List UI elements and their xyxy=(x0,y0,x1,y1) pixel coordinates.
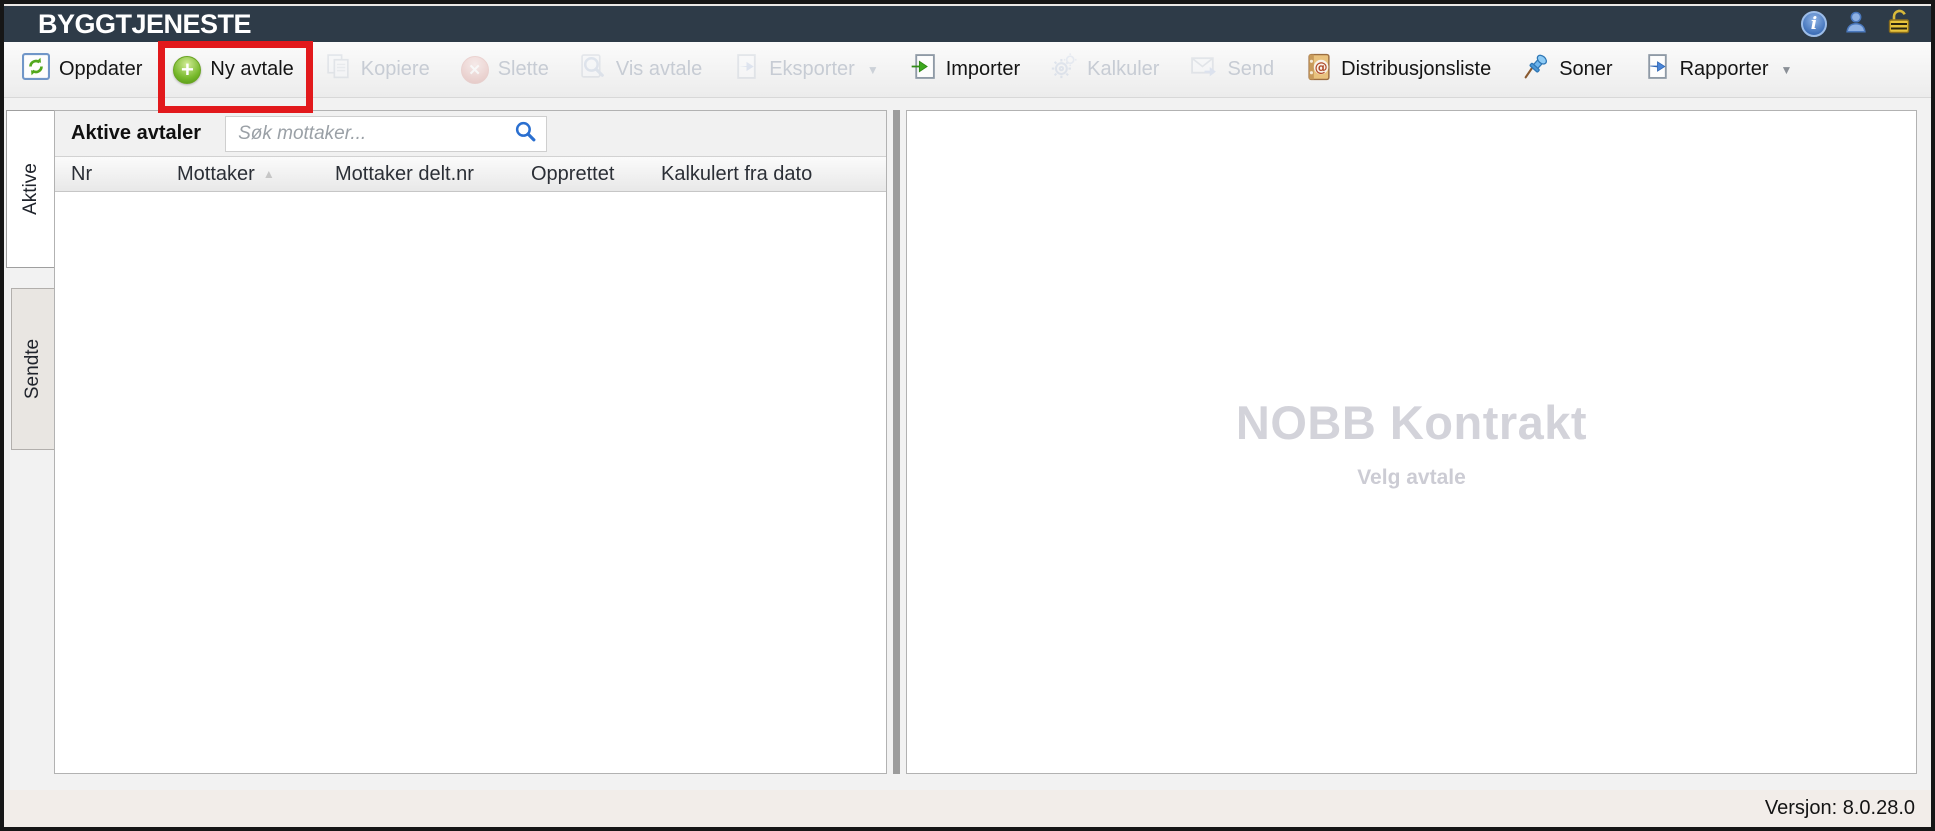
user-icon[interactable] xyxy=(1843,9,1869,40)
column-header-mottaker[interactable]: Mottaker ▲ xyxy=(175,163,333,186)
table-header-row: Nr Mottaker ▲ Mottaker delt.nr Opprettet… xyxy=(55,156,886,192)
unlock-icon[interactable] xyxy=(1885,9,1913,40)
toolbar-button-label: Soner xyxy=(1559,58,1612,81)
main-toolbar: Oppdater + Ny avtale Kopiere ✕ Slette xyxy=(4,42,1931,98)
toolbar-button-importer[interactable]: Importer xyxy=(908,49,1022,90)
toolbar-button-label: Kalkuler xyxy=(1087,58,1159,81)
search-icon[interactable] xyxy=(514,120,537,148)
table-body-empty xyxy=(55,192,886,773)
toolbar-button-label: Importer xyxy=(946,58,1020,81)
dropdown-caret-icon: ▼ xyxy=(1781,63,1793,77)
column-header-kalkulert-fra-dato[interactable]: Kalkulert fra dato xyxy=(659,163,864,186)
title-bar: BYGGTJENESTE i xyxy=(4,4,1931,42)
dropdown-caret-icon: ▼ xyxy=(867,63,879,77)
toolbar-button-eksporter: Eksporter ▼ xyxy=(731,49,880,90)
app-title: BYGGTJENESTE xyxy=(38,9,251,40)
main-content: Aktive Sendte Aktive avtaler xyxy=(4,98,1931,790)
toolbar-button-rapporter[interactable]: Rapporter ▼ xyxy=(1642,49,1795,90)
address-book-icon: @ xyxy=(1305,53,1332,87)
column-label: Mottaker delt.nr xyxy=(335,163,474,186)
search-box xyxy=(225,116,547,152)
toolbar-button-send: Send xyxy=(1188,50,1276,90)
svg-text:@: @ xyxy=(1315,60,1328,75)
column-label: Opprettet xyxy=(531,163,614,186)
tab-aktive[interactable]: Aktive xyxy=(6,110,54,268)
toolbar-button-label: Vis avtale xyxy=(616,58,702,81)
detail-placeholder-panel: NOBB Kontrakt Velg avtale xyxy=(906,110,1917,774)
tab-label: Sendte xyxy=(22,339,44,399)
delete-icon: ✕ xyxy=(461,56,489,84)
list-header-bar: Aktive avtaler xyxy=(55,111,886,156)
toolbar-button-label: Send xyxy=(1227,58,1274,81)
app-window: BYGGTJENESTE i xyxy=(0,0,1935,831)
status-bar: Versjon: 8.0.28.0 xyxy=(4,790,1931,827)
column-label: Mottaker xyxy=(177,163,255,186)
export-icon xyxy=(733,53,760,86)
add-icon: + xyxy=(173,56,201,84)
toolbar-button-label: Distribusjonsliste xyxy=(1341,58,1491,81)
toolbar-button-ny-avtale[interactable]: + Ny avtale xyxy=(171,52,295,88)
column-header-mottaker-delt-nr[interactable]: Mottaker delt.nr xyxy=(333,163,529,186)
pin-icon xyxy=(1522,53,1550,87)
tab-sendte[interactable]: Sendte xyxy=(11,288,54,450)
toolbar-button-label: Kopiere xyxy=(361,58,430,81)
toolbar-button-label: Eksporter xyxy=(769,58,855,81)
toolbar-button-label: Rapporter xyxy=(1680,58,1769,81)
sort-asc-icon: ▲ xyxy=(263,167,275,181)
column-label: Nr xyxy=(71,163,92,186)
watermark-subtitle: Velg avtale xyxy=(1357,466,1466,490)
version-label: Versjon: 8.0.28.0 xyxy=(1765,797,1915,820)
column-label: Kalkulert fra dato xyxy=(661,163,812,186)
list-title: Aktive avtaler xyxy=(71,122,201,145)
watermark-title: NOBB Kontrakt xyxy=(1236,395,1587,450)
toolbar-button-oppdater[interactable]: Oppdater xyxy=(20,49,144,90)
toolbar-button-vis-avtale: Vis avtale xyxy=(578,49,704,90)
tab-label: Aktive xyxy=(20,163,42,215)
column-header-nr[interactable]: Nr xyxy=(55,163,175,186)
sidebar-tabstrip: Aktive Sendte xyxy=(4,110,54,774)
toolbar-button-kopiere: Kopiere xyxy=(323,49,432,90)
refresh-icon xyxy=(22,53,50,86)
titlebar-icon-group: i xyxy=(1801,9,1913,40)
report-icon xyxy=(1644,53,1671,86)
toolbar-button-slette: ✕ Slette xyxy=(459,52,551,88)
info-icon[interactable]: i xyxy=(1801,11,1827,37)
toolbar-button-label: Oppdater xyxy=(59,58,142,81)
toolbar-button-kalkuler: Kalkuler xyxy=(1049,49,1161,90)
copy-icon xyxy=(325,53,352,86)
agreements-list-panel: Aktive avtaler Nr Mottaker xyxy=(54,110,887,774)
send-icon xyxy=(1190,54,1218,86)
view-icon xyxy=(580,53,607,86)
calculate-icon xyxy=(1051,53,1078,86)
toolbar-button-label: Slette xyxy=(498,58,549,81)
toolbar-button-soner[interactable]: Soner xyxy=(1520,49,1614,91)
toolbar-button-distribusjonsliste[interactable]: @ Distribusjonsliste xyxy=(1303,49,1493,91)
panel-splitter[interactable] xyxy=(893,110,900,774)
search-input[interactable] xyxy=(238,123,514,145)
toolbar-button-label: Ny avtale xyxy=(210,58,293,81)
column-header-opprettet[interactable]: Opprettet xyxy=(529,163,659,186)
import-icon xyxy=(910,53,937,86)
